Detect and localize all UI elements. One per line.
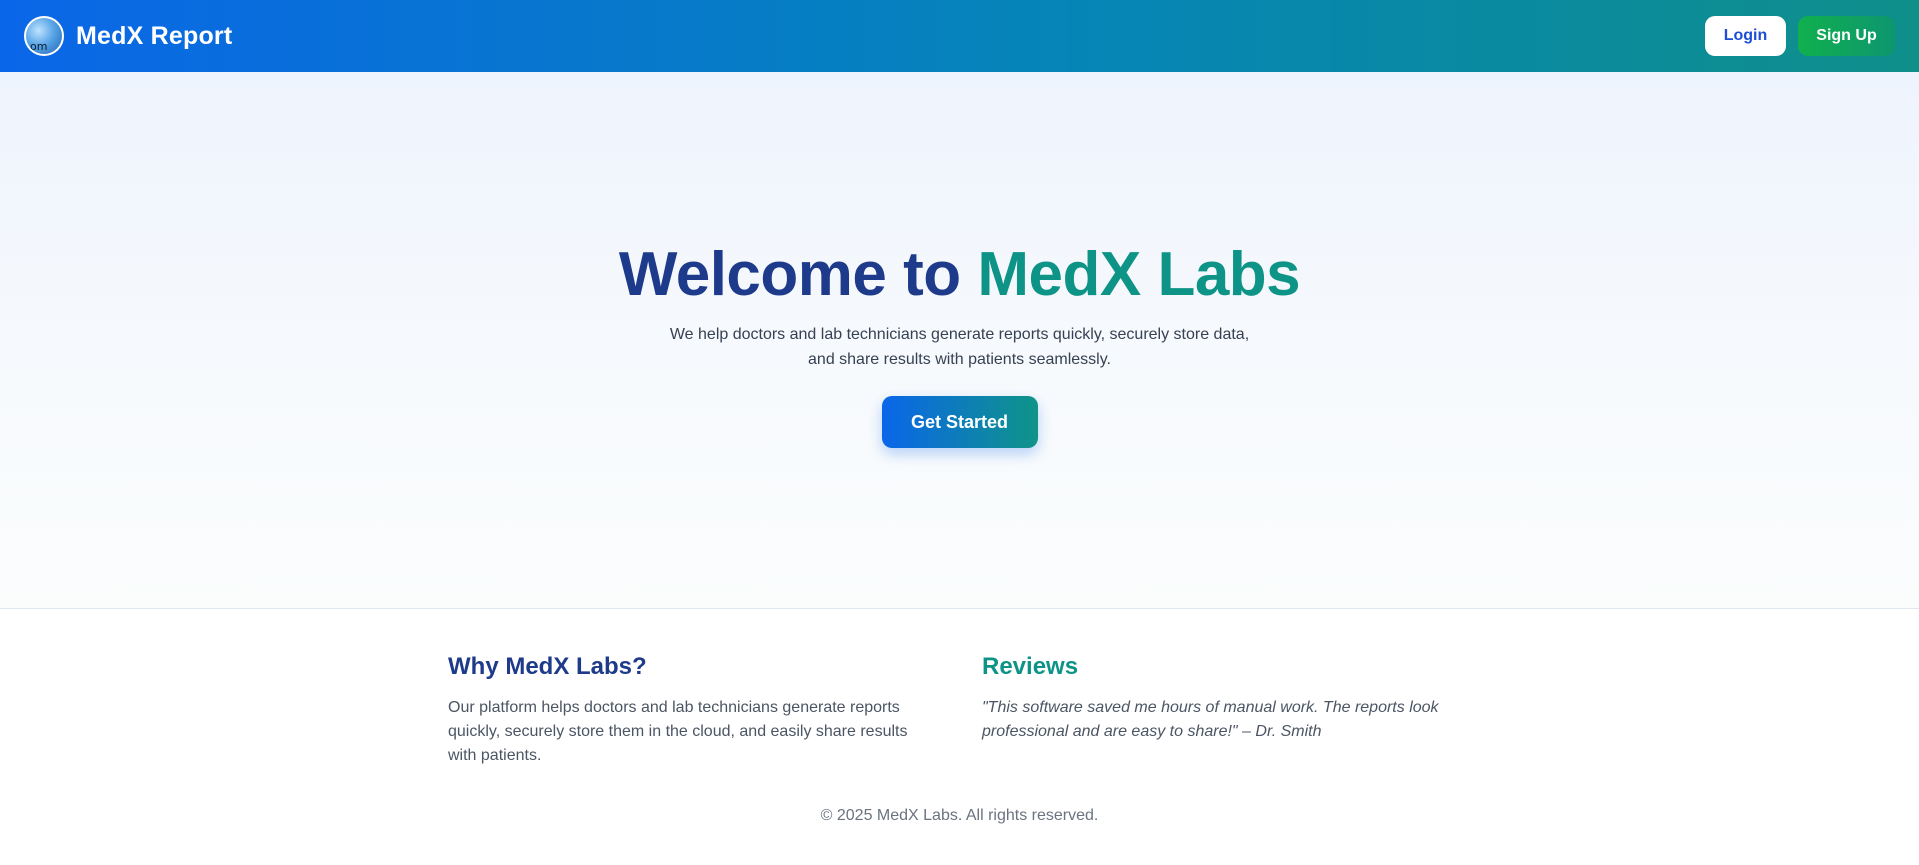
why-column: Why MedX Labs? Our platform helps doctor… — [448, 652, 938, 768]
hero-title-brand: MedX Labs — [977, 240, 1301, 309]
copyright-text: © 2025 MedX Labs. All rights reserved. — [820, 807, 1099, 824]
globe-logo-icon[interactable]: om — [24, 16, 64, 56]
reviews-heading: Reviews — [982, 653, 1079, 680]
get-started-button[interactable]: Get Started — [881, 396, 1038, 448]
review-quote: "This software saved me hours of manual … — [982, 699, 1439, 740]
info-section: Why MedX Labs? Our platform helps doctor… — [448, 652, 1472, 768]
hero-description-line-2: and share results with patients seamless… — [808, 351, 1111, 368]
reviews-column: Reviews "This software saved me hours of… — [982, 652, 1462, 768]
brand-name[interactable]: MedX Report — [76, 22, 232, 51]
hero-description: We help doctors and lab technicians gene… — [650, 322, 1270, 372]
site-header: om MedX Report Login Sign Up — [0, 0, 1919, 72]
site-footer: © 2025 MedX Labs. All rights reserved. — [0, 807, 1919, 825]
why-heading: Why MedX Labs? — [448, 653, 647, 680]
hero-description-line-1: We help doctors and lab technicians gene… — [669, 326, 1250, 343]
signup-button[interactable]: Sign Up — [1798, 16, 1895, 56]
hero-title: Welcome to MedX Labs — [618, 240, 1301, 310]
why-body: Our platform helps doctors and lab techn… — [448, 699, 908, 764]
hero-section: Welcome to MedX Labs We help doctors and… — [0, 72, 1919, 609]
login-button[interactable]: Login — [1705, 16, 1786, 56]
auth-buttons: Login Sign Up — [1705, 16, 1895, 56]
brand[interactable]: om MedX Report — [24, 16, 232, 56]
hero-title-welcome: Welcome to — [618, 240, 961, 309]
logo-alt-text: om — [30, 40, 48, 53]
